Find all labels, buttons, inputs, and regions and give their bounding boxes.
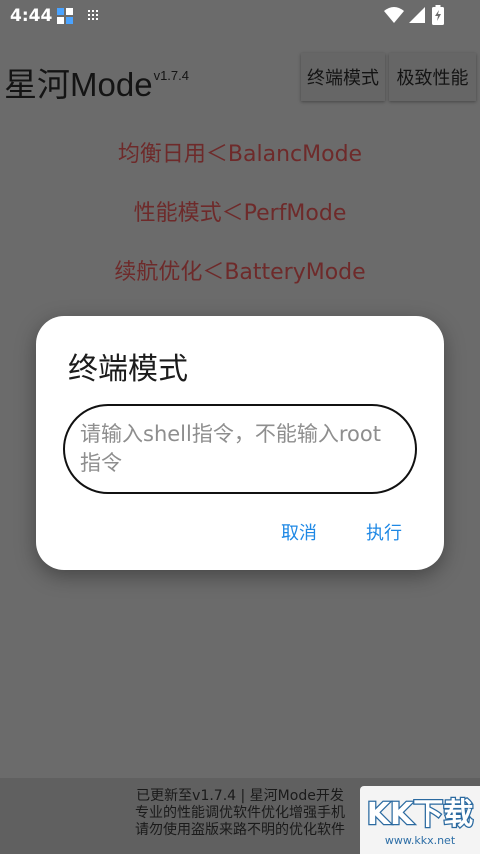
shell-command-input[interactable]: 请输入shell指令，不能输入root指令 — [63, 404, 417, 494]
extreme-performance-button[interactable]: 极致性能 — [389, 53, 476, 101]
status-time: 4:44 — [10, 6, 53, 26]
app-version: v1.7.4 — [153, 68, 189, 83]
wifi-icon — [384, 7, 404, 23]
watermark-logo-text: KK下载 — [367, 797, 474, 832]
execute-button[interactable]: 执行 — [366, 519, 402, 545]
cancel-button[interactable]: 取消 — [281, 519, 317, 545]
battery-charging-icon — [432, 5, 444, 25]
watermark: KK下载 www.kkx.net — [360, 786, 480, 854]
signal-icon — [409, 7, 425, 23]
app-icon — [57, 8, 73, 24]
app-title-text: 星河Mode — [4, 66, 153, 103]
mode-balance[interactable]: 均衡日用＜BalancMode — [0, 136, 480, 168]
terminal-dialog: 终端模式 请输入shell指令，不能输入root指令 取消 执行 — [36, 316, 444, 570]
mode-battery[interactable]: 续航优化＜BatteryMode — [0, 254, 480, 286]
watermark-logo: KK下载 — [366, 796, 474, 832]
terminal-mode-button[interactable]: 终端模式 — [301, 53, 385, 101]
mode-performance[interactable]: 性能模式＜PerfMode — [0, 195, 480, 227]
watermark-url: www.kkx.net — [384, 834, 456, 847]
grid-icon — [88, 10, 98, 20]
app-title: 星河Modev1.7.4 — [4, 58, 189, 106]
dialog-title: 终端模式 — [68, 352, 188, 387]
status-bar: 4:44 — [0, 0, 480, 32]
